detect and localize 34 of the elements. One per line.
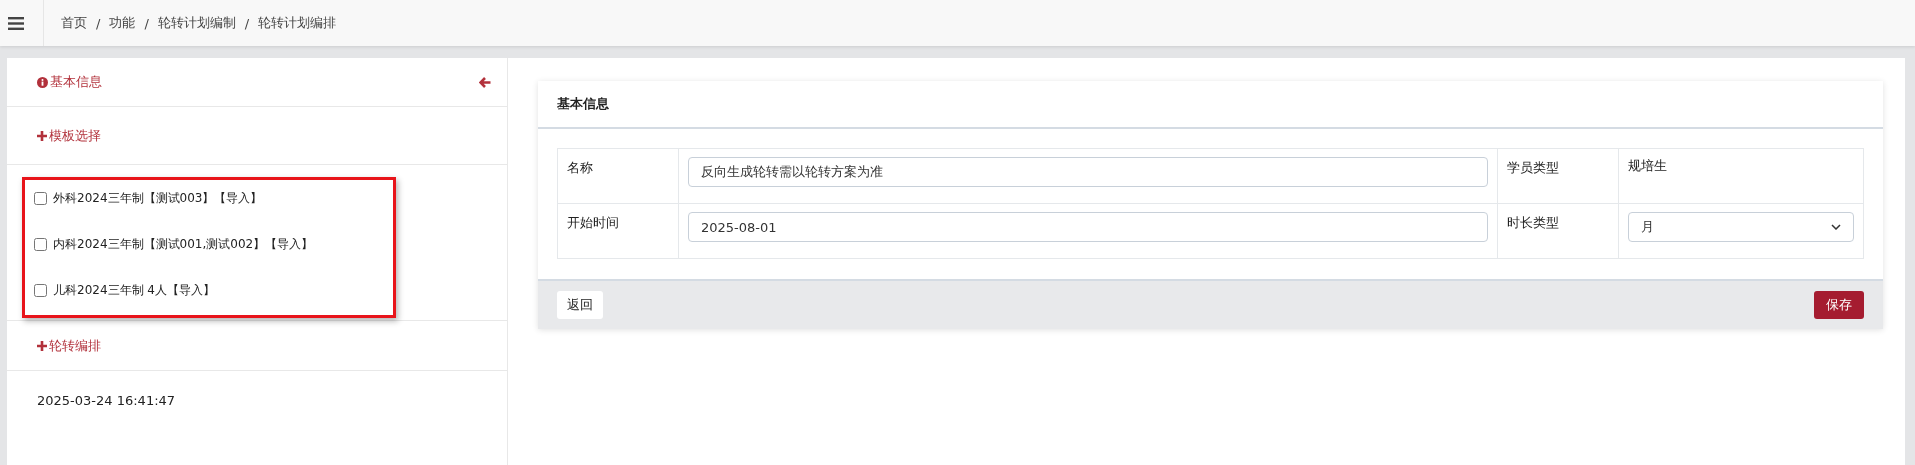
select-field[interactable]: 月 [1627,212,1854,242]
field-label: 名称 [567,160,593,175]
info-icon [37,76,48,88]
breadcrumb-separator: / [144,15,149,31]
plus-icon [37,130,47,141]
timestamp: 2025-03-24 16:41:47 [37,393,176,408]
checkbox[interactable] [34,284,47,297]
field-label: 开始时间 [567,215,619,230]
plus-icon [37,340,47,351]
checkbox[interactable] [34,192,47,205]
section-title[interactable]: 轮转编排 [49,336,101,355]
back-arrow-icon[interactable] [479,76,491,88]
input-field[interactable]: 2025-08-01 [688,212,1488,242]
template-label[interactable]: 内科2024三年制【测试001,测试002】【导入】 [53,236,314,253]
input-field[interactable]: 反向生成轮转需以轮转方案为准 [688,157,1488,187]
template-label[interactable]: 儿科2024三年制 4人【导入】 [53,282,215,299]
template-label[interactable]: 外科2024三年制【测试003】【导入】 [53,190,263,207]
menu-icon[interactable] [8,16,24,30]
section-title[interactable]: 基本信息 [50,73,102,91]
section-title[interactable]: 模板选择 [49,126,101,145]
checkbox[interactable] [34,238,47,251]
field-value: 规培生 [1627,158,1667,173]
field-label: 学员类型 [1506,160,1559,175]
breadcrumb-item[interactable]: 功能 [109,14,136,32]
field-label: 时长类型 [1506,215,1559,230]
breadcrumb-separator: / [244,15,250,31]
breadcrumb-item[interactable]: 轮转计划编排 [258,14,337,32]
breadcrumb-separator: / [96,15,101,31]
card-title: 基本信息 [557,95,609,113]
breadcrumb-item[interactable]: 轮转计划编制 [157,14,236,32]
save-button[interactable]: 保存 [1814,291,1864,319]
chevron-down-icon [1831,224,1841,230]
back-button[interactable]: 返回 [557,291,603,319]
breadcrumb-item[interactable]: 首页 [61,14,87,32]
